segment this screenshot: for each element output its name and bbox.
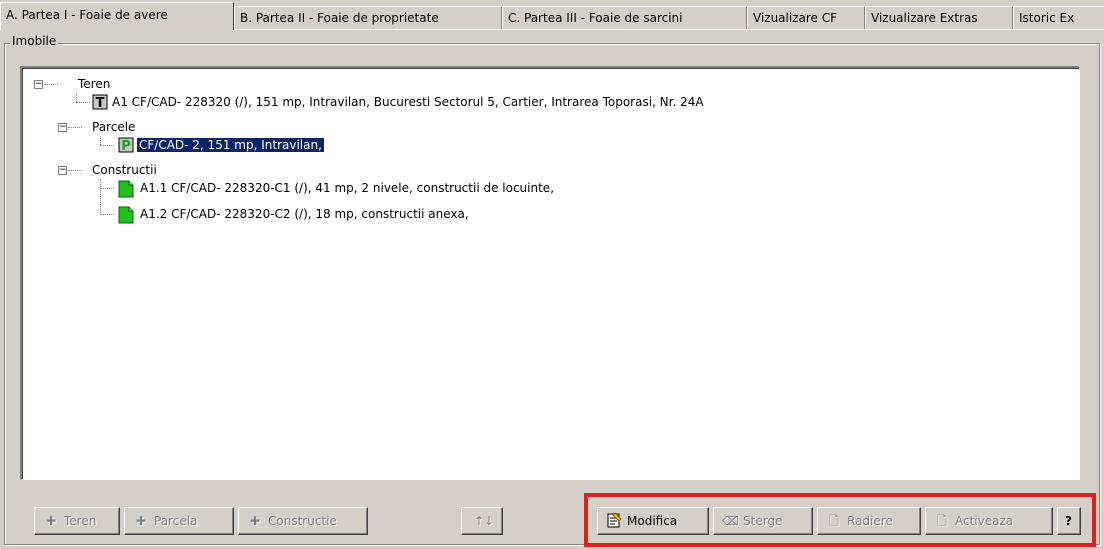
tab-partea-iii[interactable]: C. Partea III - Foaie de sarcini xyxy=(502,6,747,30)
tab-label: C. Partea III - Foaie de sarcini xyxy=(508,11,683,25)
tree-item-teren-a1[interactable]: A1 CF/CAD- 228320 (/), 151 mp, Intravila… xyxy=(112,93,704,111)
tab-istoric[interactable]: Istoric Ex xyxy=(1013,6,1104,30)
button-label: Radiere xyxy=(847,514,893,528)
tree-connector xyxy=(68,127,82,128)
add-parcela-button[interactable]: ✚ Parcela xyxy=(124,507,234,535)
button-label: Teren xyxy=(64,514,97,528)
add-teren-button[interactable]: ✚ Teren xyxy=(34,507,120,535)
button-label: Sterge xyxy=(743,514,783,528)
tree-connector xyxy=(44,84,58,85)
tab-bar: A. Partea I - Foaie de avere B. Partea I… xyxy=(0,0,1104,30)
tree-node-teren[interactable]: Teren xyxy=(78,75,110,93)
tree-connector xyxy=(100,145,114,146)
eraser-icon: ⌫ xyxy=(722,514,739,528)
parcela-icon: P xyxy=(118,137,134,154)
teren-icon: T xyxy=(92,94,108,111)
sterge-button[interactable]: ⌫ Sterge xyxy=(713,507,813,535)
activeaza-button[interactable]: 🗋 Activeaza xyxy=(925,507,1053,535)
tab-partea-i[interactable]: A. Partea I - Foaie de avere xyxy=(0,2,234,30)
plus-icon: ✚ xyxy=(45,514,57,528)
radiere-button[interactable]: 🗋 Radiere xyxy=(817,507,921,535)
reorder-button[interactable]: ↑↓ xyxy=(461,507,503,535)
tab-label: Vizualizare CF xyxy=(753,11,838,25)
tab-label: Vizualizare Extras xyxy=(871,11,978,25)
group-label: Imobile xyxy=(10,34,59,48)
edit-document-icon xyxy=(606,508,622,534)
document-icon: 🗋 xyxy=(829,514,839,528)
imobile-tree[interactable]: − Teren T A1 CF/CAD- 228320 (/), 151 mp,… xyxy=(20,66,1080,480)
selected-item-label: CF/CAD- 2, 151 mp, Intravilan, xyxy=(136,137,325,153)
collapse-icon[interactable]: − xyxy=(58,166,67,175)
svg-text:T: T xyxy=(96,96,105,110)
tab-label: A. Partea I - Foaie de avere xyxy=(6,8,168,22)
button-label: Activeaza xyxy=(955,514,1014,528)
document-icon: 🗋 xyxy=(937,514,947,528)
button-label: Modifica xyxy=(627,514,678,528)
tree-connector xyxy=(76,102,90,103)
tab-vizualizare-extras[interactable]: Vizualizare Extras xyxy=(865,6,1013,30)
tree-node-constructii[interactable]: Constructii xyxy=(92,161,157,179)
add-constructie-button[interactable]: ✚ Constructie xyxy=(238,507,368,535)
sort-arrows-icon: ↑↓ xyxy=(474,514,495,528)
constructie-icon xyxy=(118,180,134,198)
tree-connector xyxy=(76,93,77,102)
tree-connector xyxy=(100,188,114,189)
tree-node-parcele[interactable]: Parcele xyxy=(92,118,135,136)
button-label: Constructie xyxy=(268,514,337,528)
button-label: ? xyxy=(1065,514,1072,528)
plus-icon: ✚ xyxy=(135,514,147,528)
tree-connector xyxy=(100,136,101,145)
collapse-icon[interactable]: − xyxy=(58,123,67,132)
tree-item-parcela[interactable]: CF/CAD- 2, 151 mp, Intravilan, xyxy=(136,136,325,154)
tree-connector xyxy=(68,170,82,171)
button-label: Parcela xyxy=(154,514,198,528)
constructie-icon xyxy=(118,206,134,224)
tab-label: Istoric Ex xyxy=(1019,11,1075,25)
tree-item-constructie-a11[interactable]: A1.1 CF/CAD- 228320-C1 (/), 41 mp, 2 niv… xyxy=(140,179,554,197)
tree-item-constructie-a12[interactable]: A1.2 CF/CAD- 228320-C2 (/), 18 mp, const… xyxy=(140,205,469,223)
plus-icon: ✚ xyxy=(249,514,261,528)
tab-partea-ii[interactable]: B. Partea II - Foaie de proprietate xyxy=(234,6,502,30)
collapse-icon[interactable]: − xyxy=(34,80,43,89)
tree-connector xyxy=(100,214,114,215)
tab-vizualizare-cf[interactable]: Vizualizare CF xyxy=(747,6,865,30)
tab-label: B. Partea II - Foaie de proprietate xyxy=(240,11,439,25)
help-button[interactable]: ? xyxy=(1057,507,1081,535)
modifica-button[interactable]: Modifica xyxy=(597,507,709,535)
tree-connector xyxy=(100,179,101,215)
svg-text:P: P xyxy=(121,139,131,153)
